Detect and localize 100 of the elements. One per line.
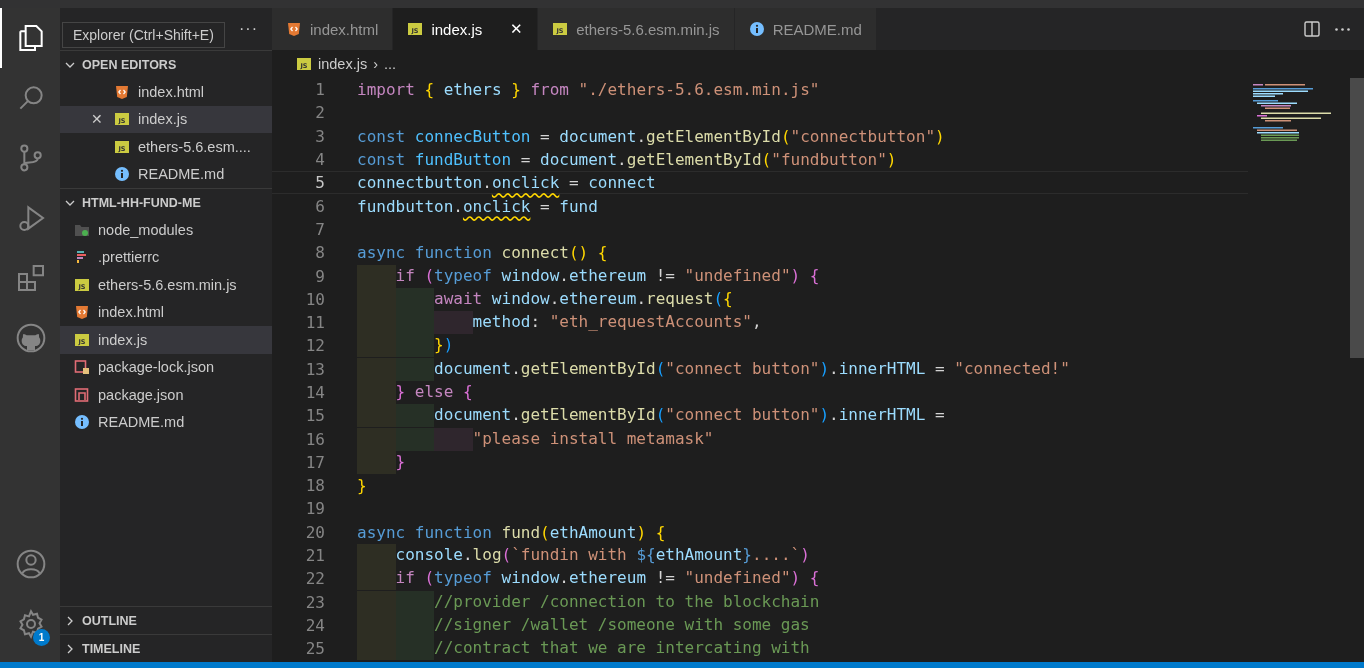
line-number: 24: [304, 615, 325, 635]
info-icon: [114, 166, 130, 183]
section-header[interactable]: HTML-HH-FUND-ME: [60, 188, 272, 216]
editor-tab[interactable]: index.html: [272, 8, 394, 50]
file-item[interactable]: package.json: [60, 381, 272, 409]
code-line: document.getElementById("connect button").innerHTML =: [357, 404, 945, 428]
breadcrumb-separator: ›: [373, 56, 378, 72]
file-name: README.md: [98, 414, 185, 431]
file-name: index.html: [98, 304, 165, 321]
activity-button[interactable]: 1: [0, 594, 60, 654]
file-name: README.md: [138, 166, 225, 183]
file-item[interactable]: index.html: [60, 78, 272, 106]
code-line: async function fund(ethAmount) {: [357, 522, 666, 542]
line-number: 23: [304, 592, 325, 612]
editor-tab[interactable]: README.md: [734, 8, 877, 50]
code-line: await window.ethereum.request({: [357, 287, 733, 311]
code-line: console.log(`fundin with ${ethAmount}....`): [357, 544, 810, 568]
close-button[interactable]: ✕: [91, 111, 103, 128]
section-title: HTML-HH-FUND-ME: [82, 195, 201, 210]
file-name: .prettierrc: [98, 249, 160, 266]
info-icon: [748, 21, 765, 37]
file-item[interactable]: README.md: [60, 408, 272, 436]
html-file-icon: [74, 304, 90, 321]
section-header[interactable]: OPEN EDITORS: [60, 50, 272, 78]
lock-file-icon: [74, 359, 90, 376]
line-number: 8: [314, 243, 325, 263]
code-line: } else {: [357, 381, 473, 404]
file-name: ethers-5.6.esm....: [138, 138, 251, 155]
split-editor-icon: [1303, 20, 1321, 38]
account-icon: [15, 548, 47, 580]
file-item[interactable]: .prettierrc: [60, 243, 272, 271]
code-line: import { ethers } from "./ethers-5.6.esm.min.js": [357, 80, 820, 100]
file-name: index.js: [98, 331, 148, 348]
code-line: }: [357, 476, 367, 496]
file-name: index.html: [138, 83, 205, 100]
section-title: TIMELINE: [82, 641, 141, 656]
line-number: 3: [314, 126, 325, 146]
line-number: 21: [304, 546, 325, 566]
file-item[interactable]: README.md: [60, 160, 272, 188]
section-title: OPEN EDITORS: [82, 57, 177, 72]
file-name: index.js: [138, 111, 188, 128]
breadcrumb-item[interactable]: index.js: [318, 56, 368, 72]
code-line: if (typeof window.ethereum != "undefined") {: [357, 264, 820, 288]
line-number: 10: [304, 289, 325, 309]
line-number: 12: [304, 336, 325, 356]
code-line: "please install metamask": [357, 427, 714, 451]
section-header[interactable]: OUTLINE: [60, 606, 272, 634]
code-line: //contract that we are intercating with: [357, 637, 810, 661]
html-file-icon: [114, 83, 130, 100]
code-line: //signer /wallet /someone with some gas: [357, 613, 810, 637]
line-number: 20: [304, 522, 325, 542]
file-name: package.json: [98, 386, 184, 403]
line-number: 7: [314, 219, 325, 239]
line-number: 1: [314, 80, 325, 100]
package-file-icon: [74, 386, 90, 403]
line-number: 19: [304, 499, 325, 519]
code-line: }: [357, 450, 406, 474]
line-number: 15: [304, 406, 325, 426]
notification-badge: 1: [33, 629, 50, 646]
line-number: 2: [314, 103, 325, 123]
file-item[interactable]: index.html: [60, 298, 272, 326]
line-number: 22: [304, 569, 325, 589]
github-icon: [15, 322, 47, 354]
info-icon: [74, 414, 90, 431]
line-number: 13: [304, 359, 325, 379]
extensions-icon: [15, 262, 47, 294]
tab-label: index.js: [431, 20, 483, 38]
line-number: 17: [304, 452, 325, 472]
more-actions-button[interactable]: ···: [239, 20, 258, 38]
file-item[interactable]: node_modules: [60, 216, 272, 244]
line-number: 11: [304, 313, 325, 333]
section-title: OUTLINE: [82, 613, 137, 628]
line-number: 25: [304, 639, 325, 659]
file-name: package-lock.json: [98, 359, 215, 376]
line-number: 16: [304, 429, 325, 449]
code-line: async function connect() {: [357, 243, 608, 263]
code-line: fundbutton.onclick = fund: [357, 196, 598, 216]
scrollbar-thumb[interactable]: [1350, 78, 1364, 358]
code-line: const connecButton = document.getElementById("connectbutton"): [357, 126, 945, 146]
close-button[interactable]: ✕: [510, 20, 524, 38]
line-number: 6: [314, 196, 325, 216]
code-line: //provider /connection to the blockchain: [357, 590, 820, 614]
file-name: node_modules: [98, 221, 194, 238]
file-item[interactable]: package-lock.json: [60, 353, 272, 381]
tooltip: Explorer (Ctrl+Shift+E): [62, 22, 225, 48]
breadcrumb-item[interactable]: ...: [384, 56, 397, 72]
code-line: if (typeof window.ethereum != "undefined") {: [357, 567, 820, 591]
html-file-icon: [286, 21, 302, 37]
more-icon: [1335, 27, 1350, 31]
line-number: 5: [314, 173, 325, 193]
code-line: connectbutton.onclick = connect: [357, 173, 656, 193]
code-line: const fundButton = document.getElementById("fundbutton"): [357, 150, 897, 170]
line-number: 14: [304, 383, 325, 402]
line-number: 18: [304, 476, 325, 496]
code-line: method: "eth_requestAccounts",: [357, 311, 762, 335]
code-line: document.getElementById("connect button").innerHTML = "connected!": [357, 357, 1070, 381]
line-number: 4: [314, 150, 325, 170]
file-name: ethers-5.6.esm.min.js: [98, 276, 237, 293]
line-number: 9: [314, 266, 325, 286]
code-line: }): [357, 334, 454, 358]
